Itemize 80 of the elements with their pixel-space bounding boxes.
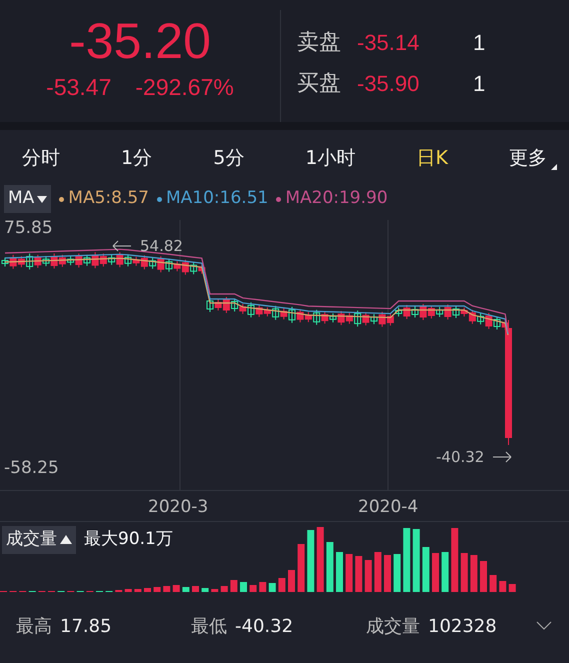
volume-bar (355, 556, 362, 592)
legend-item: MA5:8.57 (68, 187, 149, 210)
volume-bar (182, 587, 190, 592)
period-tab[interactable]: 1分 (115, 140, 158, 176)
expand-icon (60, 535, 72, 544)
period-tab[interactable]: 日K (410, 140, 454, 176)
volume-bar (316, 527, 324, 592)
legend-item: MA10:16.51 (166, 187, 268, 210)
high-marker: 54.82 (140, 236, 183, 257)
volume-bar (499, 581, 506, 592)
volume-bar (220, 586, 228, 592)
legend-item: MA20:19.90 (285, 187, 388, 210)
indicator-selector[interactable]: MA (4, 185, 52, 213)
volume-max-label: 最大90.1万 (84, 528, 173, 551)
volume-bar (134, 589, 142, 592)
volume-bar (250, 585, 257, 592)
volume-bar (384, 555, 391, 592)
period-tab[interactable]: 1小时 (299, 140, 362, 176)
volume-bar (288, 570, 295, 592)
volume-bar (422, 547, 430, 592)
volume-bar (412, 529, 420, 592)
volume-bar (346, 554, 353, 592)
order-quantity: 1 (473, 70, 486, 98)
volume-bar (144, 588, 151, 592)
volume-bar (172, 585, 180, 592)
volume-bar (124, 589, 132, 592)
order-price: -35.14 (357, 29, 420, 57)
volume-bar (470, 555, 478, 592)
low-marker: -40.32 (436, 447, 484, 468)
order-label: 卖盘 (297, 29, 341, 57)
stat-label: 最低 (191, 614, 227, 638)
arrow-right-icon (492, 451, 512, 464)
volume-bar (192, 586, 199, 592)
order-quantity: 1 (473, 29, 486, 57)
volume-bar (240, 582, 247, 592)
period-tab[interactable]: 分时 (16, 140, 66, 176)
volume-bar (268, 583, 276, 592)
stat-value: -40.32 (235, 614, 294, 638)
arrow-left-icon (112, 240, 132, 252)
volume-bar (163, 586, 170, 592)
volume-bar (154, 587, 161, 592)
chevron-down-icon[interactable] (536, 621, 552, 631)
stat-value: 17.85 (60, 614, 112, 638)
volume-bar (278, 578, 286, 592)
stat-label: 成交量 (366, 614, 420, 638)
volume-bar (202, 588, 209, 592)
order-price: -35.90 (357, 70, 420, 98)
volume-selector[interactable]: 成交量 (2, 526, 76, 554)
order-label: 买盘 (297, 70, 341, 98)
volume-bar (442, 552, 449, 592)
percent-change: -292.67% (135, 73, 234, 102)
stat-label: 最高 (16, 614, 52, 638)
volume-bar (336, 552, 343, 592)
stat-value: 102328 (428, 614, 497, 638)
price-change: -53.47 (46, 73, 112, 102)
volume-bar (460, 553, 468, 592)
volume-bar (451, 528, 458, 592)
volume-bar (259, 582, 266, 592)
volume-bar (211, 589, 218, 592)
volume-bar (230, 580, 238, 592)
period-tab[interactable]: 更多 (502, 140, 553, 176)
volume-bar (374, 552, 382, 592)
date-label: 2020-4 (358, 496, 418, 519)
axis-min-label: -58.25 (4, 457, 59, 480)
volume-bar (432, 553, 439, 592)
dropdown-icon (37, 196, 48, 202)
volume-bar (394, 554, 401, 592)
volume-bar (364, 560, 372, 592)
last-price: -35.20 (69, 16, 211, 66)
axis-max-label: 75.85 (4, 217, 53, 240)
volume-bar (403, 528, 410, 592)
corner-icon (550, 164, 557, 170)
date-label: 2020-3 (148, 496, 208, 519)
volume-bar (326, 542, 334, 592)
volume-bar (480, 561, 487, 592)
volume-bar (298, 544, 305, 592)
period-tab[interactable]: 5分 (207, 140, 250, 176)
volume-bar (508, 584, 516, 592)
volume-bar (307, 530, 314, 592)
volume-bar (490, 575, 497, 592)
